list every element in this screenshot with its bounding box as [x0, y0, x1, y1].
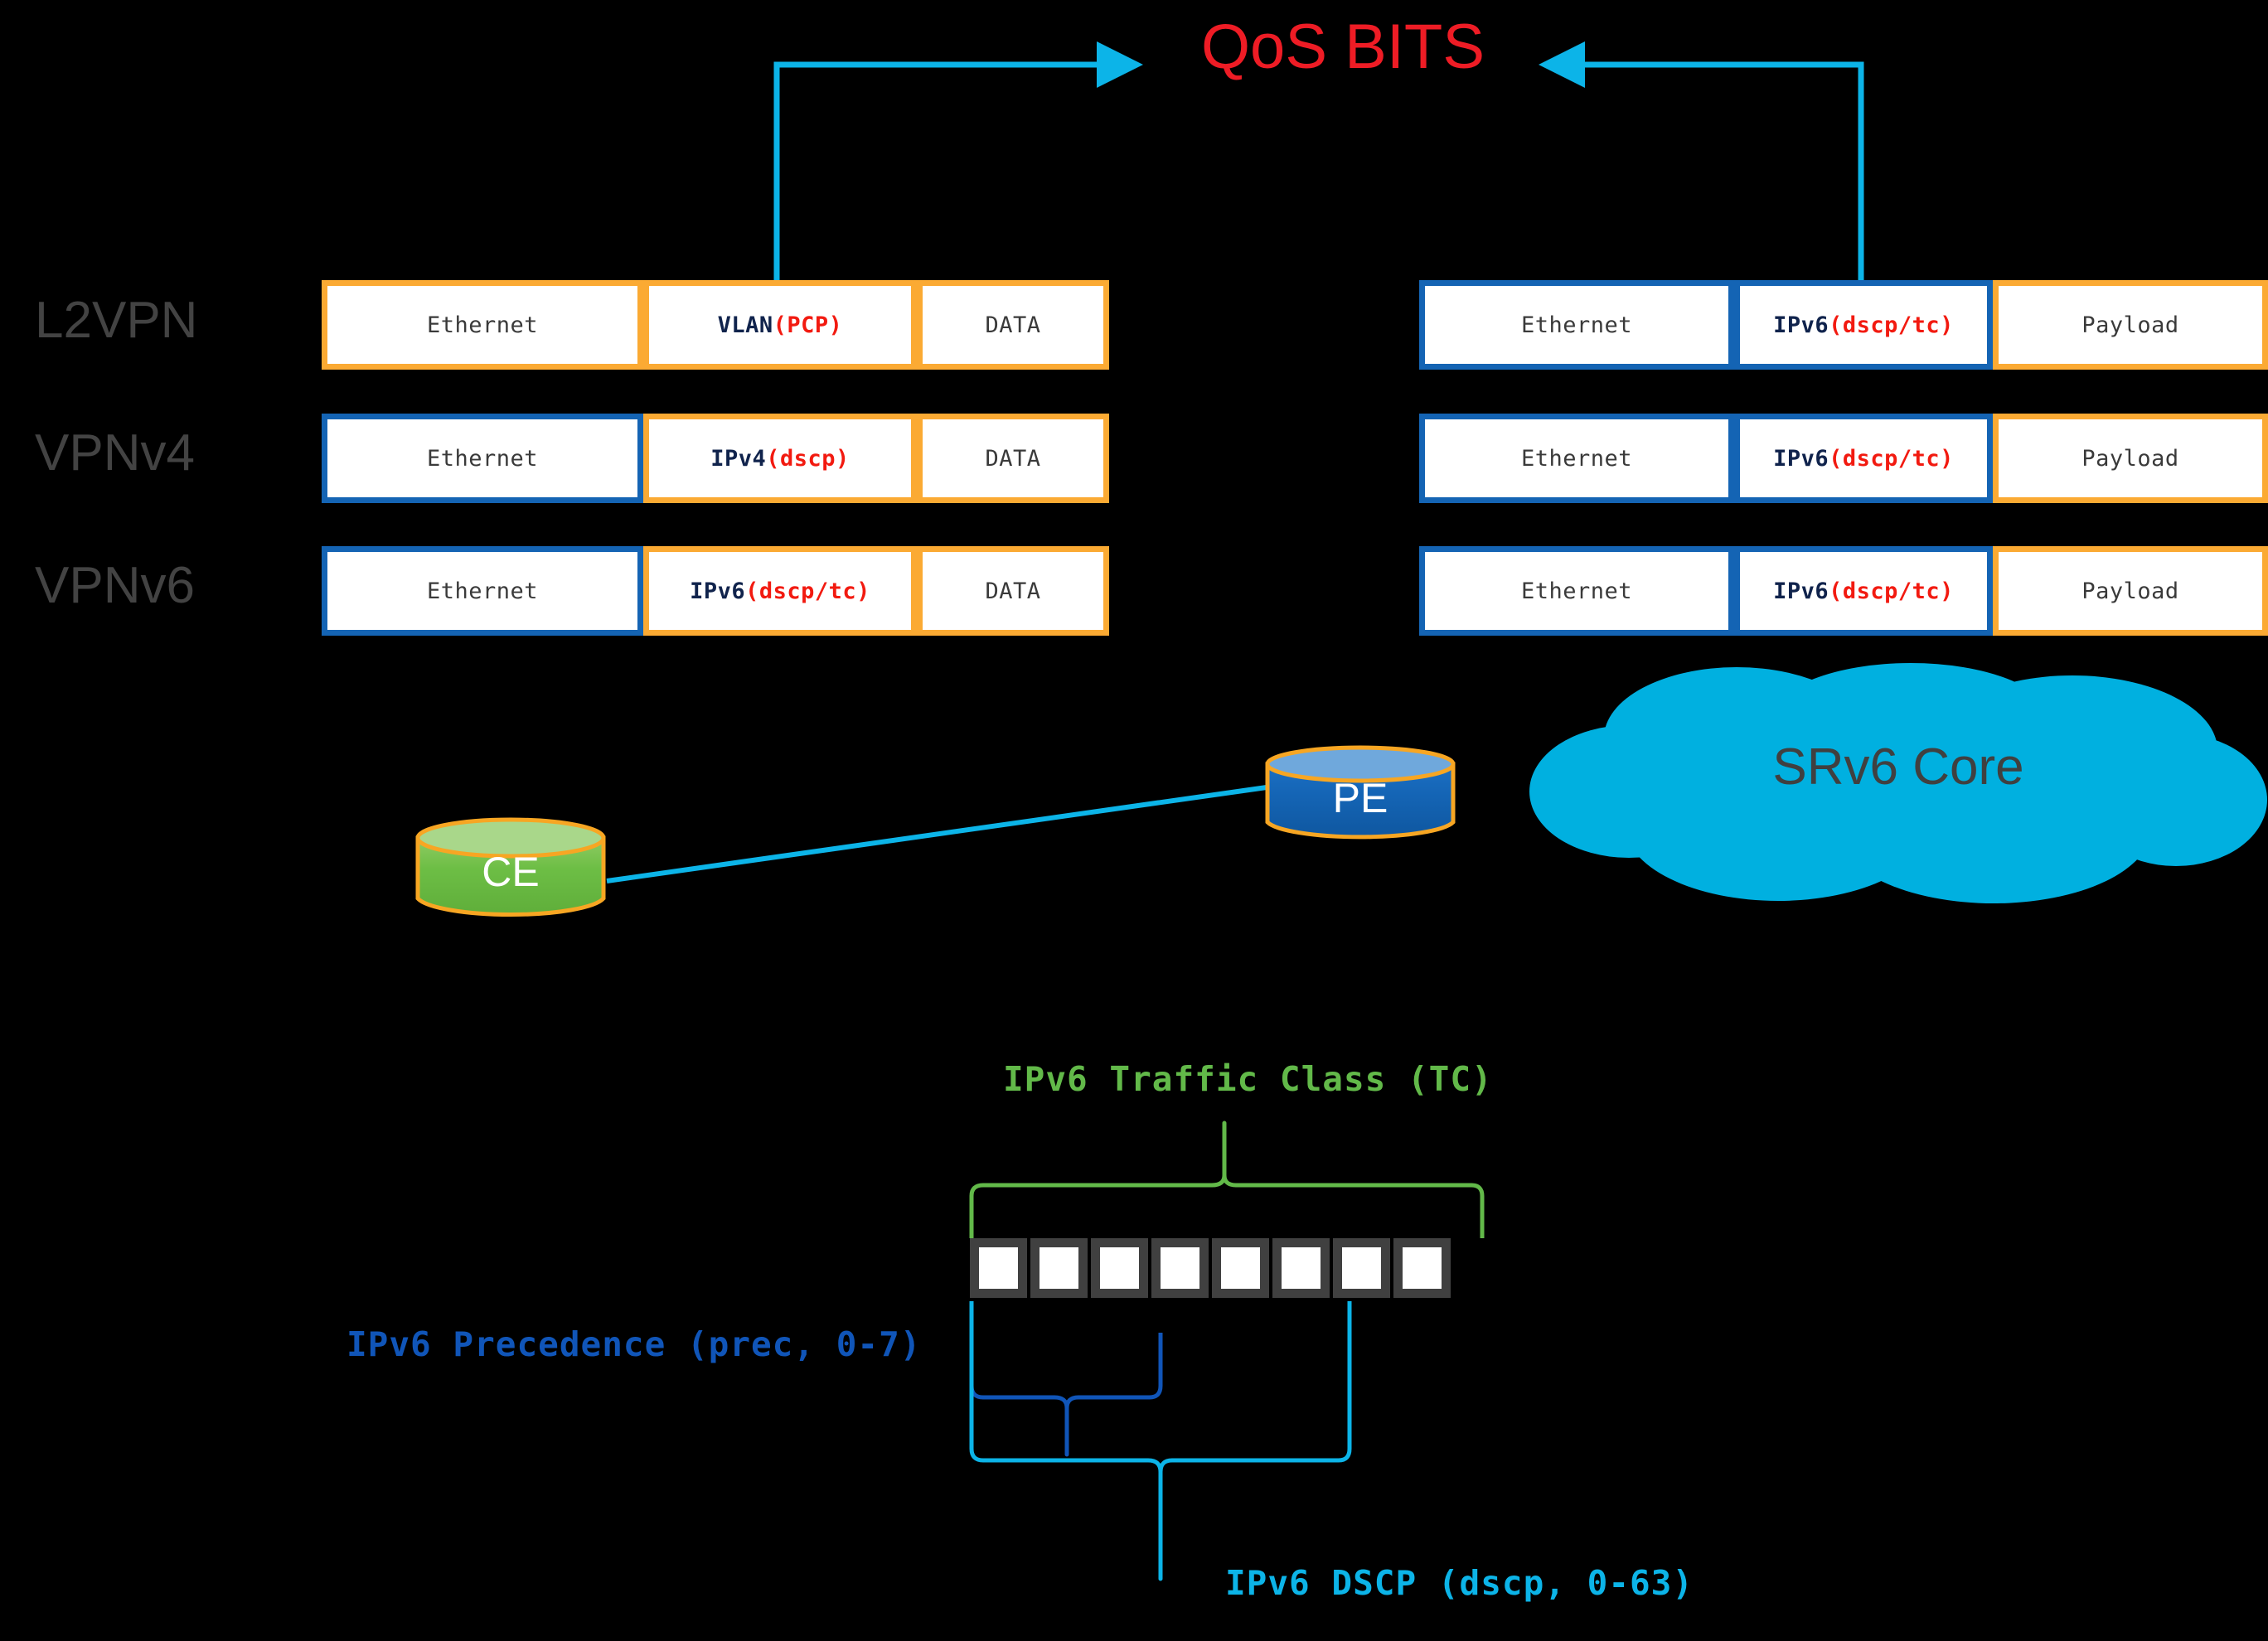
packet-cell-data: DATA: [917, 546, 1109, 636]
row-label-vpnv4: VPNv4: [35, 424, 195, 482]
bit-cell: [1333, 1238, 1390, 1298]
ce-label: CE: [482, 849, 540, 895]
packet-cell-text: Payload: [2081, 445, 2179, 472]
packet-cell-text: DATA: [985, 445, 1041, 472]
bit-cell: [1030, 1238, 1088, 1298]
packet-cell-ipv6-dscp-tc: IPv6 (dscp/tc): [1734, 280, 1993, 370]
bit-cell: [1091, 1238, 1148, 1298]
packet-keyword: IPv6: [1773, 445, 1829, 472]
packet-row-vpnv4-left: Ethernet IPv4 (dscp) DATA: [322, 414, 1109, 503]
row-label-l2vpn: L2VPN: [35, 292, 198, 349]
bit-cell: [1272, 1238, 1330, 1298]
packet-cell-data: DATA: [917, 414, 1109, 503]
packet-keyword: IPv6: [690, 578, 746, 604]
packet-qos-value: (PCP): [773, 312, 843, 338]
packet-row-vpnv6-left: Ethernet IPv6 (dscp/tc) DATA: [322, 546, 1109, 636]
qos-bits-title: QoS BITS: [1200, 12, 1485, 82]
packet-qos-value: (dscp/tc): [1829, 312, 1954, 338]
packet-qos-value: (dscp/tc): [745, 578, 870, 604]
packet-qos-value: (dscp/tc): [1829, 445, 1954, 472]
packet-cell-ethernet: Ethernet: [322, 414, 643, 503]
bit-cell: [1151, 1238, 1209, 1298]
diagram-canvas: QoS BITS L2VPN VPNv4 VPNv6 Ethernet VLAN…: [0, 0, 2268, 1641]
pe-label: PE: [1332, 775, 1388, 821]
dscp-brace-label: IPv6 DSCP (dscp, 0-63): [1225, 1563, 1694, 1603]
packet-cell-text: Ethernet: [1520, 445, 1633, 472]
packet-cell-payload: Payload: [1993, 414, 2268, 503]
packet-cell-payload: Payload: [1993, 546, 2268, 636]
packet-cell-data: DATA: [917, 280, 1109, 370]
srv6-core-label: SRv6 Core: [1772, 738, 2024, 796]
packet-cell-text: Ethernet: [426, 445, 539, 472]
packet-cell-text: Ethernet: [1520, 578, 1633, 604]
bit-cell: [1393, 1238, 1451, 1298]
packet-cell-text: Payload: [2081, 578, 2179, 604]
packet-cell-text: Ethernet: [426, 312, 539, 338]
packet-cell-text: DATA: [985, 578, 1041, 604]
packet-keyword: IPv6: [1773, 312, 1829, 338]
packet-cell-text: DATA: [985, 312, 1041, 338]
packet-cell-ipv6-dscp-tc: IPv6 (dscp/tc): [643, 546, 917, 636]
bit-cell: [1212, 1238, 1269, 1298]
packet-cell-text: Ethernet: [1520, 312, 1633, 338]
prec-brace-label: IPv6 Precedence (prec, 0-7): [346, 1324, 922, 1364]
packet-row-vpnv4-right: Ethernet IPv6 (dscp/tc) Payload: [1419, 414, 2268, 503]
packet-keyword: VLAN: [717, 312, 773, 338]
packet-cell-text: Payload: [2081, 312, 2179, 338]
tc-brace-label: IPv6 Traffic Class (TC): [1003, 1059, 1493, 1099]
packet-cell-text: Ethernet: [426, 578, 539, 604]
packet-keyword: IPv6: [1773, 578, 1829, 604]
packet-cell-vlan-pcp: VLAN (PCP): [643, 280, 917, 370]
ipv6-tc-bitfield: [970, 1238, 1451, 1298]
packet-qos-value: (dscp): [766, 445, 850, 472]
packet-cell-ipv6-dscp-tc: IPv6 (dscp/tc): [1734, 414, 1993, 503]
packet-row-vpnv6-right: Ethernet IPv6 (dscp/tc) Payload: [1419, 546, 2268, 636]
packet-cell-ethernet: Ethernet: [322, 546, 643, 636]
packet-cell-ethernet: Ethernet: [1419, 280, 1734, 370]
packet-row-l2vpn-left: Ethernet VLAN (PCP) DATA: [322, 280, 1109, 370]
packet-row-l2vpn-right: Ethernet IPv6 (dscp/tc) Payload: [1419, 280, 2268, 370]
packet-keyword: IPv4: [710, 445, 767, 472]
packet-qos-value: (dscp/tc): [1829, 578, 1954, 604]
row-label-vpnv6: VPNv6: [35, 557, 195, 614]
packet-cell-ethernet: Ethernet: [1419, 414, 1734, 503]
packet-cell-ipv6-dscp-tc: IPv6 (dscp/tc): [1734, 546, 1993, 636]
packet-cell-payload: Payload: [1993, 280, 2268, 370]
packet-cell-ipv4-dscp: IPv4 (dscp): [643, 414, 917, 503]
packet-cell-ethernet: Ethernet: [322, 280, 643, 370]
packet-cell-ethernet: Ethernet: [1419, 546, 1734, 636]
bit-cell: [970, 1238, 1027, 1298]
